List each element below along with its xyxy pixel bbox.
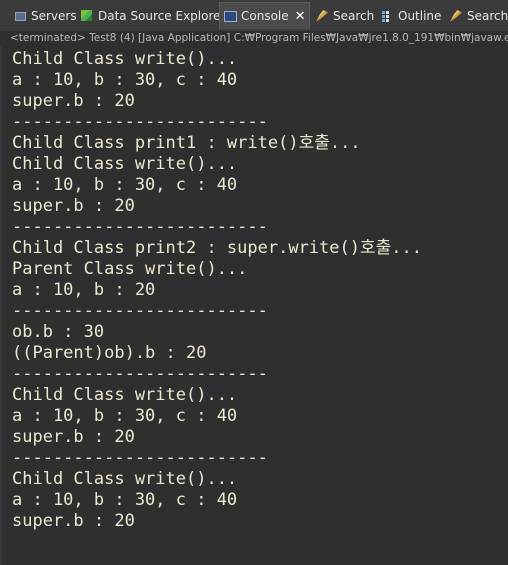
search-icon [449,9,463,23]
console-line: Child Class write()... [12,469,238,489]
tab-search-2-label: Search [467,9,508,23]
tab-console-label: Console [241,9,289,23]
outline-icon [380,9,394,23]
console-line: ------------------------- [12,112,268,132]
data-source-explorer-icon [80,9,94,23]
tab-outline[interactable]: Outline [377,4,444,28]
console-line: ------------------------- [12,364,268,384]
console-line: ((Parent)ob).b : 20 [12,343,207,363]
tab-search-label: Search [333,9,375,23]
console-line: a : 10, b : 20 [12,280,156,300]
view-tab-bar: Servers Data Source Explorer Console ✕ S… [0,0,508,32]
console-line: a : 10, b : 30, c : 40 [12,490,238,510]
console-line: ------------------------- [12,217,268,237]
servers-icon [13,9,27,23]
console-icon [223,9,237,23]
tab-search[interactable]: Search [312,4,377,28]
console-line: Child Class write()... [12,154,238,174]
tab-servers[interactable]: Servers [10,4,80,28]
console-line: Child Class print1 : write()호출... [12,133,361,153]
console-status-line: <terminated> Test8 (4) [Java Application… [0,31,508,46]
console-line: ob.b : 30 [12,322,105,342]
console-line: Parent Class write()... [12,259,248,279]
console-line: super.b : 20 [12,511,135,531]
console-line: super.b : 20 [12,91,135,111]
close-icon[interactable]: ✕ [295,9,306,24]
console-line: ------------------------- [12,448,268,468]
console-line: Child Class write()... [12,49,238,69]
console-line: a : 10, b : 30, c : 40 [12,406,238,426]
tab-outline-label: Outline [398,9,442,23]
tab-data-source-explorer[interactable]: Data Source Explorer [77,4,228,28]
console-line: a : 10, b : 30, c : 40 [12,175,238,195]
tab-servers-label: Servers [31,9,77,23]
search-icon [315,9,329,23]
tab-data-source-explorer-label: Data Source Explorer [98,9,226,23]
console-line: ------------------------- [12,301,268,321]
console-line: super.b : 20 [12,196,135,216]
console-line: super.b : 20 [12,427,135,447]
tab-search-2[interactable]: Search [446,4,508,28]
console-output[interactable]: Child Class write()... a : 10, b : 30, c… [0,46,508,565]
console-line: a : 10, b : 30, c : 40 [12,70,238,90]
console-line: Child Class print2 : super.write()호출... [12,238,422,258]
console-line: Child Class write()... [12,385,238,405]
tab-console[interactable]: Console ✕ [219,2,310,29]
